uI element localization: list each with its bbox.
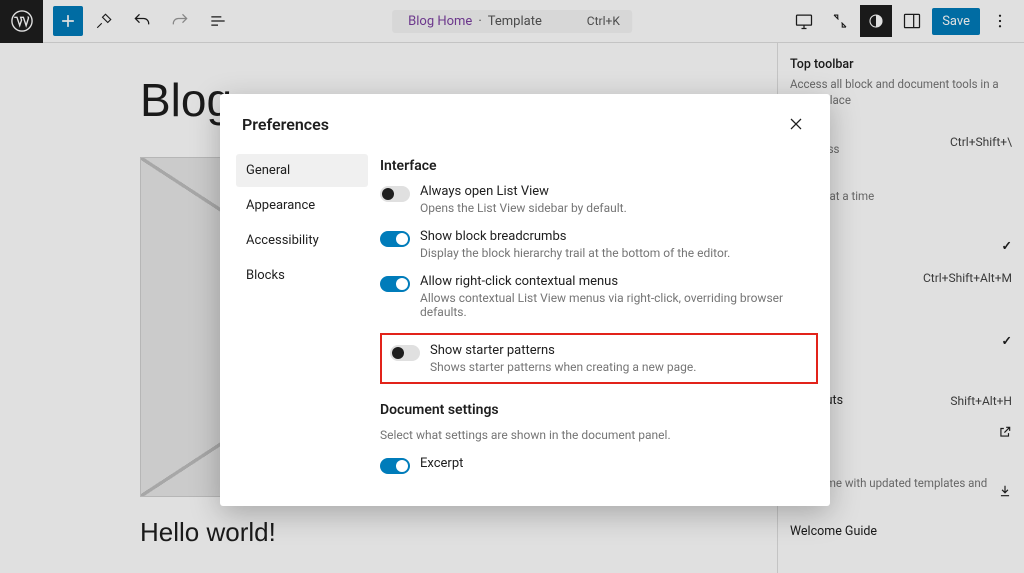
- pref-starter-patterns: Show starter patterns Shows starter patt…: [390, 343, 808, 374]
- pref-excerpt: Excerpt: [380, 456, 818, 474]
- section-interface-title: Interface: [380, 158, 818, 174]
- toggle-starter-patterns[interactable]: [390, 345, 420, 361]
- preferences-tabs: General Appearance Accessibility Blocks: [220, 146, 380, 506]
- section-document-desc: Select what settings are shown in the do…: [380, 428, 818, 442]
- toggle-show-breadcrumbs[interactable]: [380, 231, 410, 247]
- tab-appearance[interactable]: Appearance: [236, 189, 368, 222]
- highlight-annotation: Show starter patterns Shows starter patt…: [380, 333, 818, 384]
- modal-title: Preferences: [242, 115, 329, 134]
- toggle-right-click-menus[interactable]: [380, 276, 410, 292]
- tab-accessibility[interactable]: Accessibility: [236, 224, 368, 257]
- tab-general[interactable]: General: [236, 154, 368, 187]
- pref-always-open-list-view: Always open List View Opens the List Vie…: [380, 184, 818, 215]
- section-document-title: Document settings: [380, 402, 818, 418]
- toggle-excerpt[interactable]: [380, 458, 410, 474]
- pref-show-breadcrumbs: Show block breadcrumbs Display the block…: [380, 229, 818, 260]
- pref-right-click-menus: Allow right-click contextual menus Allow…: [380, 274, 818, 319]
- tab-blocks[interactable]: Blocks: [236, 259, 368, 292]
- preferences-modal: Preferences General Appearance Accessibi…: [220, 94, 830, 506]
- close-button[interactable]: [784, 112, 808, 136]
- toggle-always-open-list-view[interactable]: [380, 186, 410, 202]
- preferences-content[interactable]: Interface Always open List View Opens th…: [380, 146, 830, 506]
